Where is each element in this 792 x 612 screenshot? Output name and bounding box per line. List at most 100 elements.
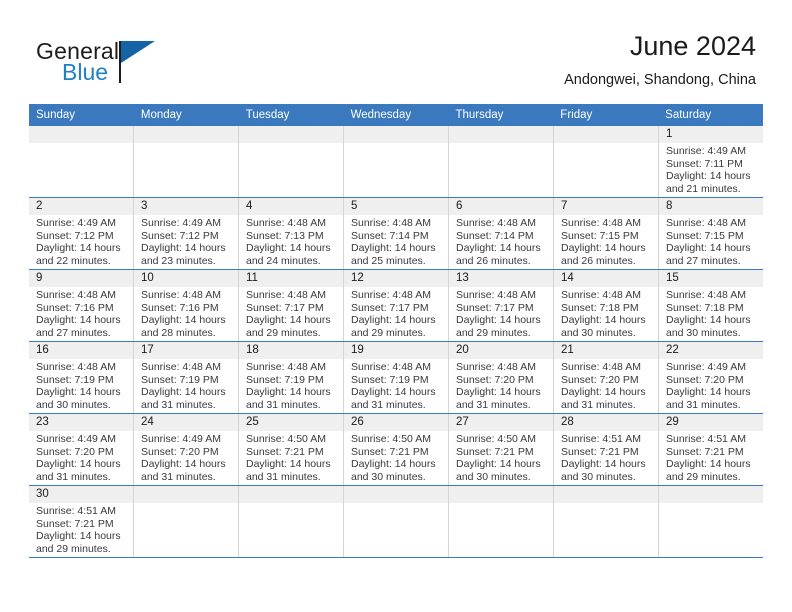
daylight-text: Daylight: 14 hours and 29 minutes. — [666, 458, 751, 483]
day-number: 18 — [239, 342, 343, 359]
daylight-text: Daylight: 14 hours and 30 minutes. — [561, 314, 646, 339]
day-number: 9 — [29, 270, 133, 287]
sunrise-text: Sunrise: 4:48 AM — [36, 361, 116, 373]
sunrise-text: Sunrise: 4:48 AM — [351, 361, 431, 373]
sunset-text: Sunset: 7:12 PM — [141, 229, 219, 242]
day-info: Sunrise: 4:48 AM Sunset: 7:17 PM Daylight:… — [344, 287, 448, 339]
day-number: 13 — [449, 270, 553, 287]
day-cell-empty — [239, 126, 344, 197]
day-cell[interactable]: 15 Sunrise: 4:48 AM Sunset: 7:18 PM Dayligh… — [659, 270, 763, 341]
day-cell[interactable]: 30 Sunrise: 4:51 AM Sunset: 7:21 PM Dayligh… — [29, 486, 134, 557]
day-number: 1 — [659, 126, 763, 143]
day-cell[interactable]: 9 Sunrise: 4:48 AM Sunset: 7:16 PM Daylight… — [29, 270, 134, 341]
sunset-text: Sunset: 7:13 PM — [246, 229, 324, 242]
day-cell[interactable]: 17 Sunrise: 4:48 AM Sunset: 7:19 PM Dayligh… — [134, 342, 239, 413]
day-number: 15 — [659, 270, 763, 287]
day-number — [344, 126, 448, 143]
day-number: 10 — [134, 270, 238, 287]
sunrise-text: Sunrise: 4:48 AM — [246, 217, 326, 229]
calendar-page: General Blue June 2024 Andongwei, Shando… — [0, 0, 792, 612]
day-cell-empty — [344, 126, 449, 197]
day-number: 3 — [134, 198, 238, 215]
day-info: Sunrise: 4:50 AM Sunset: 7:21 PM Daylight:… — [344, 431, 448, 483]
day-cell[interactable]: 26 Sunrise: 4:50 AM Sunset: 7:21 PM Dayligh… — [344, 414, 449, 485]
page-header: General Blue June 2024 Andongwei, Shando… — [0, 0, 792, 104]
day-info: Sunrise: 4:48 AM Sunset: 7:15 PM Daylight:… — [659, 215, 763, 267]
day-cell[interactable]: 4 Sunrise: 4:48 AM Sunset: 7:13 PM Daylight… — [239, 198, 344, 269]
day-info: Sunrise: 4:51 AM Sunset: 7:21 PM Daylight:… — [554, 431, 658, 483]
day-cell[interactable]: 13 Sunrise: 4:48 AM Sunset: 7:17 PM Dayligh… — [449, 270, 554, 341]
weekday-header-friday: Friday — [560, 109, 593, 121]
day-number: 16 — [29, 342, 133, 359]
sunrise-text: Sunrise: 4:48 AM — [141, 289, 221, 301]
calendar-week-row: 2 Sunrise: 4:49 AM Sunset: 7:12 PM Daylight… — [29, 198, 763, 270]
day-cell[interactable]: 10 Sunrise: 4:48 AM Sunset: 7:16 PM Dayligh… — [134, 270, 239, 341]
day-cell[interactable]: 8 Sunrise: 4:48 AM Sunset: 7:15 PM Daylight… — [659, 198, 763, 269]
day-number — [239, 486, 343, 503]
day-cell[interactable]: 28 Sunrise: 4:51 AM Sunset: 7:21 PM Dayligh… — [554, 414, 659, 485]
day-number — [449, 486, 553, 503]
calendar-week-row: 9 Sunrise: 4:48 AM Sunset: 7:16 PM Daylight… — [29, 270, 763, 342]
sunrise-text: Sunrise: 4:48 AM — [141, 361, 221, 373]
day-number: 29 — [659, 414, 763, 431]
sunrise-text: Sunrise: 4:51 AM — [36, 505, 116, 517]
day-info: Sunrise: 4:51 AM Sunset: 7:21 PM Daylight:… — [29, 503, 133, 555]
location-subtitle: Andongwei, Shandong, China — [564, 72, 756, 88]
day-cell[interactable]: 23 Sunrise: 4:49 AM Sunset: 7:20 PM Dayligh… — [29, 414, 134, 485]
day-info: Sunrise: 4:48 AM Sunset: 7:16 PM Daylight:… — [134, 287, 238, 339]
sunrise-text: Sunrise: 4:48 AM — [36, 289, 116, 301]
day-cell[interactable]: 16 Sunrise: 4:48 AM Sunset: 7:19 PM Dayligh… — [29, 342, 134, 413]
day-number: 5 — [344, 198, 448, 215]
day-cell[interactable]: 6 Sunrise: 4:48 AM Sunset: 7:14 PM Daylight… — [449, 198, 554, 269]
day-cell-empty — [29, 126, 134, 197]
day-cell-empty — [449, 126, 554, 197]
sunset-text: Sunset: 7:16 PM — [141, 301, 219, 314]
day-info: Sunrise: 4:49 AM Sunset: 7:20 PM Daylight:… — [659, 359, 763, 411]
day-cell[interactable]: 2 Sunrise: 4:49 AM Sunset: 7:12 PM Daylight… — [29, 198, 134, 269]
general-blue-logo[interactable]: General Blue — [36, 38, 216, 94]
daylight-text: Daylight: 14 hours and 30 minutes. — [456, 458, 541, 483]
day-number — [344, 486, 448, 503]
day-cell[interactable]: 11 Sunrise: 4:48 AM Sunset: 7:17 PM Dayligh… — [239, 270, 344, 341]
day-cell[interactable]: 19 Sunrise: 4:48 AM Sunset: 7:19 PM Dayligh… — [344, 342, 449, 413]
day-cell[interactable]: 14 Sunrise: 4:48 AM Sunset: 7:18 PM Dayligh… — [554, 270, 659, 341]
day-cell[interactable]: 18 Sunrise: 4:48 AM Sunset: 7:19 PM Dayligh… — [239, 342, 344, 413]
sunset-text: Sunset: 7:15 PM — [561, 229, 639, 242]
day-cell[interactable]: 1 Sunrise: 4:49 AM Sunset: 7:11 PM Daylight… — [659, 126, 763, 197]
day-cell[interactable]: 22 Sunrise: 4:49 AM Sunset: 7:20 PM Dayligh… — [659, 342, 763, 413]
daylight-text: Daylight: 14 hours and 26 minutes. — [561, 242, 646, 267]
day-number: 27 — [449, 414, 553, 431]
day-info: Sunrise: 4:48 AM Sunset: 7:13 PM Daylight:… — [239, 215, 343, 267]
day-info: Sunrise: 4:48 AM Sunset: 7:15 PM Daylight:… — [554, 215, 658, 267]
day-cell[interactable]: 7 Sunrise: 4:48 AM Sunset: 7:15 PM Daylight… — [554, 198, 659, 269]
day-number: 8 — [659, 198, 763, 215]
day-info: Sunrise: 4:48 AM Sunset: 7:14 PM Daylight:… — [344, 215, 448, 267]
sunset-text: Sunset: 7:17 PM — [246, 301, 324, 314]
day-info: Sunrise: 4:48 AM Sunset: 7:20 PM Daylight:… — [554, 359, 658, 411]
day-cell[interactable]: 3 Sunrise: 4:49 AM Sunset: 7:12 PM Daylight… — [134, 198, 239, 269]
day-cell[interactable]: 24 Sunrise: 4:49 AM Sunset: 7:20 PM Dayligh… — [134, 414, 239, 485]
day-info: Sunrise: 4:49 AM Sunset: 7:12 PM Daylight:… — [134, 215, 238, 267]
sunrise-text: Sunrise: 4:49 AM — [141, 433, 221, 445]
day-cell[interactable]: 27 Sunrise: 4:50 AM Sunset: 7:21 PM Dayligh… — [449, 414, 554, 485]
day-cell[interactable]: 29 Sunrise: 4:51 AM Sunset: 7:21 PM Dayligh… — [659, 414, 763, 485]
day-cell[interactable]: 5 Sunrise: 4:48 AM Sunset: 7:14 PM Daylight… — [344, 198, 449, 269]
sunrise-text: Sunrise: 4:49 AM — [141, 217, 221, 229]
daylight-text: Daylight: 14 hours and 31 minutes. — [36, 458, 121, 483]
day-number — [134, 126, 238, 143]
day-cell[interactable]: 25 Sunrise: 4:50 AM Sunset: 7:21 PM Dayligh… — [239, 414, 344, 485]
day-cell[interactable]: 21 Sunrise: 4:48 AM Sunset: 7:20 PM Dayligh… — [554, 342, 659, 413]
weekday-header-monday: Monday — [140, 109, 182, 121]
sunset-text: Sunset: 7:21 PM — [456, 445, 534, 458]
daylight-text: Daylight: 14 hours and 31 minutes. — [141, 458, 226, 483]
day-number — [239, 126, 343, 143]
day-cell[interactable]: 12 Sunrise: 4:48 AM Sunset: 7:17 PM Dayligh… — [344, 270, 449, 341]
sunrise-text: Sunrise: 4:49 AM — [36, 217, 116, 229]
sunrise-text: Sunrise: 4:48 AM — [666, 289, 746, 301]
title-block: June 2024 Andongwei, Shandong, China — [564, 30, 756, 90]
daylight-text: Daylight: 14 hours and 30 minutes. — [666, 314, 751, 339]
daylight-text: Daylight: 14 hours and 31 minutes. — [246, 386, 331, 411]
day-cell[interactable]: 20 Sunrise: 4:48 AM Sunset: 7:20 PM Dayligh… — [449, 342, 554, 413]
calendar-week-row: 16 Sunrise: 4:48 AM Sunset: 7:19 PM Dayligh… — [29, 342, 763, 414]
day-number: 4 — [239, 198, 343, 215]
